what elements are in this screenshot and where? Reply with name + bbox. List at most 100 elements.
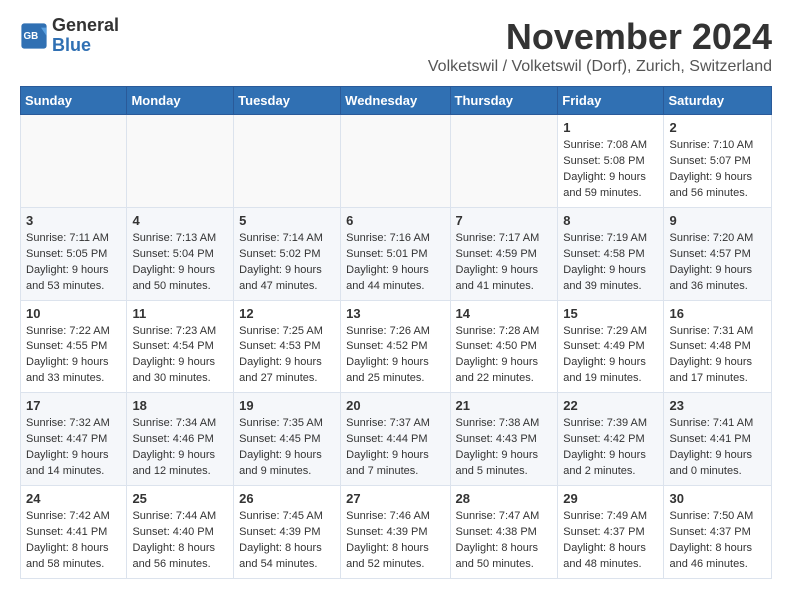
calendar-week-5: 24 Sunrise: 7:42 AM Sunset: 4:41 PM Dayli… [21, 486, 772, 579]
cell-day-number: 13 [346, 306, 444, 321]
calendar-cell: 18 Sunrise: 7:34 AM Sunset: 4:46 PM Dayli… [127, 393, 234, 486]
calendar-cell [21, 115, 127, 208]
cell-day-number: 9 [669, 213, 766, 228]
cell-info: Sunrise: 7:41 AM Sunset: 4:41 PM Dayligh… [669, 416, 766, 480]
svg-text:GB: GB [24, 31, 39, 42]
calendar-cell [341, 115, 450, 208]
cell-day-number: 15 [563, 306, 658, 321]
calendar-cell: 25 Sunrise: 7:44 AM Sunset: 4:40 PM Dayli… [127, 486, 234, 579]
cell-day-number: 19 [239, 398, 335, 413]
cell-info: Sunrise: 7:50 AM Sunset: 4:37 PM Dayligh… [669, 509, 766, 573]
cell-day-number: 10 [26, 306, 121, 321]
cell-day-number: 22 [563, 398, 658, 413]
calendar-cell: 8 Sunrise: 7:19 AM Sunset: 4:58 PM Daylig… [558, 207, 664, 300]
calendar-cell: 14Sunrise: 7:28 AM Sunset: 4:50 PM Dayli… [450, 300, 558, 393]
calendar-cell: 12Sunrise: 7:25 AM Sunset: 4:53 PM Dayli… [234, 300, 341, 393]
cell-day-number: 11 [132, 306, 228, 321]
calendar-week-2: 3 Sunrise: 7:11 AM Sunset: 5:05 PM Daylig… [21, 207, 772, 300]
cell-day-number: 28 [456, 491, 553, 506]
cell-day-number: 18 [132, 398, 228, 413]
cell-info: Sunrise: 7:42 AM Sunset: 4:41 PM Dayligh… [26, 509, 121, 573]
calendar-cell: 26Sunrise: 7:45 AM Sunset: 4:39 PM Dayli… [234, 486, 341, 579]
calendar-cell: 2 Sunrise: 7:10 AM Sunset: 5:07 PM Daylig… [664, 115, 772, 208]
calendar-week-3: 10Sunrise: 7:22 AM Sunset: 4:55 PM Dayli… [21, 300, 772, 393]
calendar-cell: 3 Sunrise: 7:11 AM Sunset: 5:05 PM Daylig… [21, 207, 127, 300]
weekday-header-tuesday: Tuesday [234, 87, 341, 115]
cell-info: Sunrise: 7:10 AM Sunset: 5:07 PM Dayligh… [669, 138, 766, 202]
calendar-cell: 28 Sunrise: 7:47 AM Sunset: 4:38 PM Dayli… [450, 486, 558, 579]
cell-day-number: 2 [669, 120, 766, 135]
cell-info: Sunrise: 7:32 AM Sunset: 4:47 PM Dayligh… [26, 416, 121, 480]
cell-info: Sunrise: 7:49 AM Sunset: 4:37 PM Dayligh… [563, 509, 658, 573]
cell-info: Sunrise: 7:29 AM Sunset: 4:49 PM Dayligh… [563, 324, 658, 388]
cell-info: Sunrise: 7:39 AM Sunset: 4:42 PM Dayligh… [563, 416, 658, 480]
cell-info: Sunrise: 7:34 AM Sunset: 4:46 PM Dayligh… [132, 416, 228, 480]
cell-info: Sunrise: 7:31 AM Sunset: 4:48 PM Dayligh… [669, 324, 766, 388]
cell-day-number: 20 [346, 398, 444, 413]
calendar-cell: 27Sunrise: 7:46 AM Sunset: 4:39 PM Dayli… [341, 486, 450, 579]
calendar-cell: 23 Sunrise: 7:41 AM Sunset: 4:41 PM Dayli… [664, 393, 772, 486]
logo-text: General Blue [52, 16, 119, 56]
cell-day-number: 30 [669, 491, 766, 506]
calendar-cell: 20 Sunrise: 7:37 AM Sunset: 4:44 PM Dayli… [341, 393, 450, 486]
calendar-header-row: SundayMondayTuesdayWednesdayThursdayFrid… [21, 87, 772, 115]
calendar-cell: 4Sunrise: 7:13 AM Sunset: 5:04 PM Daylig… [127, 207, 234, 300]
logo: GB General Blue [20, 16, 119, 56]
cell-day-number: 1 [563, 120, 658, 135]
logo-line1: General [52, 16, 119, 36]
weekday-header-friday: Friday [558, 87, 664, 115]
calendar-cell: 11 Sunrise: 7:23 AM Sunset: 4:54 PM Dayli… [127, 300, 234, 393]
calendar-cell: 9 Sunrise: 7:20 AM Sunset: 4:57 PM Daylig… [664, 207, 772, 300]
calendar-cell: 1 Sunrise: 7:08 AM Sunset: 5:08 PM Daylig… [558, 115, 664, 208]
cell-day-number: 6 [346, 213, 444, 228]
calendar-cell: 17 Sunrise: 7:32 AM Sunset: 4:47 PM Dayli… [21, 393, 127, 486]
cell-info: Sunrise: 7:16 AM Sunset: 5:01 PM Dayligh… [346, 231, 444, 295]
cell-day-number: 14 [456, 306, 553, 321]
cell-day-number: 4 [132, 213, 228, 228]
calendar-cell: 30 Sunrise: 7:50 AM Sunset: 4:37 PM Dayli… [664, 486, 772, 579]
cell-info: Sunrise: 7:23 AM Sunset: 4:54 PM Dayligh… [132, 324, 228, 388]
cell-day-number: 29 [563, 491, 658, 506]
cell-day-number: 23 [669, 398, 766, 413]
calendar-week-4: 17 Sunrise: 7:32 AM Sunset: 4:47 PM Dayli… [21, 393, 772, 486]
calendar-table: SundayMondayTuesdayWednesdayThursdayFrid… [20, 86, 772, 579]
calendar-cell: 13 Sunrise: 7:26 AM Sunset: 4:52 PM Dayli… [341, 300, 450, 393]
cell-info: Sunrise: 7:20 AM Sunset: 4:57 PM Dayligh… [669, 231, 766, 295]
sub-title: Volketswil / Volketswil (Dorf), Zurich, … [428, 58, 772, 76]
header: GB General Blue November 2024 Volketswil… [20, 16, 772, 76]
cell-info: Sunrise: 7:47 AM Sunset: 4:38 PM Dayligh… [456, 509, 553, 573]
calendar-cell: 16 Sunrise: 7:31 AM Sunset: 4:48 PM Dayli… [664, 300, 772, 393]
cell-info: Sunrise: 7:35 AM Sunset: 4:45 PM Dayligh… [239, 416, 335, 480]
calendar-cell: 7 Sunrise: 7:17 AM Sunset: 4:59 PM Daylig… [450, 207, 558, 300]
calendar-cell: 29 Sunrise: 7:49 AM Sunset: 4:37 PM Dayli… [558, 486, 664, 579]
cell-info: Sunrise: 7:11 AM Sunset: 5:05 PM Dayligh… [26, 231, 121, 295]
calendar-cell: 22 Sunrise: 7:39 AM Sunset: 4:42 PM Dayli… [558, 393, 664, 486]
calendar-cell: 24 Sunrise: 7:42 AM Sunset: 4:41 PM Dayli… [21, 486, 127, 579]
main-title: November 2024 [428, 16, 772, 58]
cell-info: Sunrise: 7:38 AM Sunset: 4:43 PM Dayligh… [456, 416, 553, 480]
cell-info: Sunrise: 7:45 AM Sunset: 4:39 PM Dayligh… [239, 509, 335, 573]
cell-info: Sunrise: 7:25 AM Sunset: 4:53 PM Dayligh… [239, 324, 335, 388]
cell-day-number: 21 [456, 398, 553, 413]
cell-day-number: 3 [26, 213, 121, 228]
calendar-week-1: 1 Sunrise: 7:08 AM Sunset: 5:08 PM Daylig… [21, 115, 772, 208]
cell-day-number: 24 [26, 491, 121, 506]
cell-info: Sunrise: 7:37 AM Sunset: 4:44 PM Dayligh… [346, 416, 444, 480]
cell-day-number: 17 [26, 398, 121, 413]
calendar-cell [127, 115, 234, 208]
cell-info: Sunrise: 7:08 AM Sunset: 5:08 PM Dayligh… [563, 138, 658, 202]
cell-day-number: 16 [669, 306, 766, 321]
calendar-cell [234, 115, 341, 208]
cell-info: Sunrise: 7:44 AM Sunset: 4:40 PM Dayligh… [132, 509, 228, 573]
calendar-cell: 5Sunrise: 7:14 AM Sunset: 5:02 PM Daylig… [234, 207, 341, 300]
cell-info: Sunrise: 7:26 AM Sunset: 4:52 PM Dayligh… [346, 324, 444, 388]
title-block: November 2024 Volketswil / Volketswil (D… [428, 16, 772, 76]
page: GB General Blue November 2024 Volketswil… [0, 0, 792, 595]
cell-info: Sunrise: 7:19 AM Sunset: 4:58 PM Dayligh… [563, 231, 658, 295]
logo-icon: GB [20, 22, 48, 50]
cell-day-number: 25 [132, 491, 228, 506]
cell-day-number: 8 [563, 213, 658, 228]
cell-info: Sunrise: 7:17 AM Sunset: 4:59 PM Dayligh… [456, 231, 553, 295]
calendar-cell: 10Sunrise: 7:22 AM Sunset: 4:55 PM Dayli… [21, 300, 127, 393]
cell-day-number: 7 [456, 213, 553, 228]
